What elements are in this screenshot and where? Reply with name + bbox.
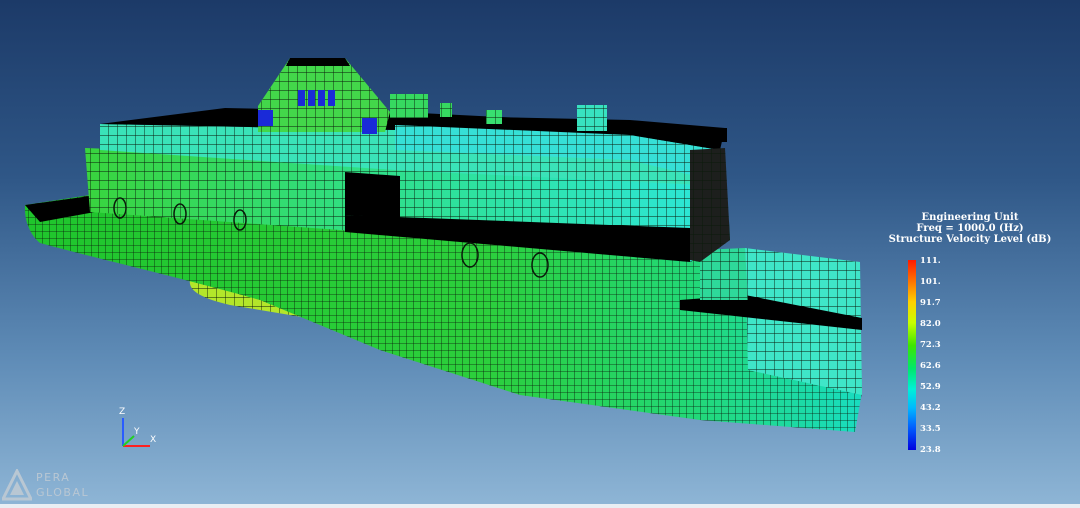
legend-tick: 23.8 xyxy=(920,445,941,455)
legend-tick: 111. xyxy=(920,256,941,266)
status-strip xyxy=(0,504,1080,508)
axis-x-label: X xyxy=(150,435,156,445)
legend-tick: 43.2 xyxy=(920,403,941,413)
legend-tick: 101. xyxy=(920,277,941,287)
legend-tick: 33.5 xyxy=(920,424,941,434)
legend-title-frequency: Freq = 1000.0 (Hz) xyxy=(916,223,1024,234)
axis-z-label: Z xyxy=(119,407,125,417)
axis-y-label: Y xyxy=(133,427,140,437)
legend-tick: 91.7 xyxy=(920,298,941,308)
legend-title-unit: Engineering Unit xyxy=(921,212,1019,223)
logo-text-line1: PERA xyxy=(36,471,71,484)
legend-tick: 52.9 xyxy=(920,382,941,392)
legend-tick: 72.3 xyxy=(920,340,941,350)
graphics-viewport[interactable]: Z Y X xyxy=(0,0,1080,508)
legend-tick: 62.6 xyxy=(920,361,941,371)
axis-triad: Z Y X xyxy=(119,407,156,447)
legend-colorbar xyxy=(908,260,916,450)
logo-triangle-icon xyxy=(2,469,32,501)
company-logo: PERA GLOBAL xyxy=(2,465,112,505)
logo-text-line2: GLOBAL xyxy=(36,486,90,499)
result-legend: Engineering Unit Freq = 1000.0 (Hz) Stru… xyxy=(870,212,1070,455)
legend-title-quantity: Structure Velocity Level (dB) xyxy=(888,234,1052,245)
ship-model[interactable] xyxy=(24,58,863,432)
legend-tick: 82.0 xyxy=(920,319,941,329)
